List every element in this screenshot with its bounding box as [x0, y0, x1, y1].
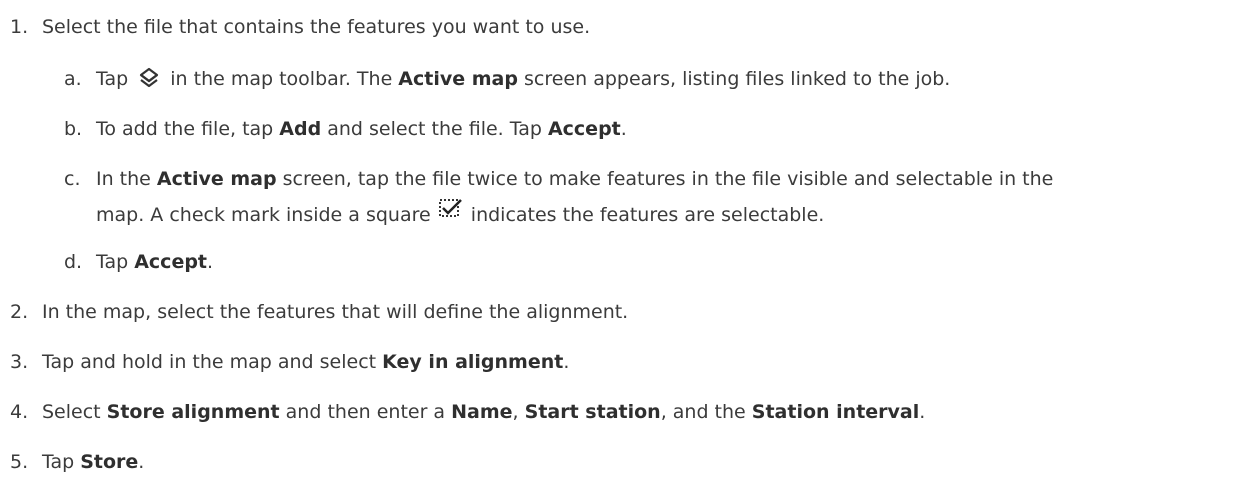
layers-icon: [140, 67, 159, 88]
instructions-document: 1. Select the file that contains the fea…: [0, 0, 1242, 482]
step-text: Select the file that contains the featur…: [42, 16, 591, 38]
substep-text: map. A check mark inside a square indica…: [96, 199, 824, 227]
step-text: Select Store alignment and then enter a …: [42, 401, 926, 423]
substep-text: Tap Accept.: [96, 251, 214, 273]
step-text: In the map, select the features that wil…: [42, 301, 629, 323]
substep-text: To add the file, tap Add and select the …: [96, 118, 627, 140]
step-text: Tap Store.: [42, 451, 145, 473]
substep-text: Tap in the map toolbar. The Active map s…: [96, 67, 951, 90]
checkbox-icon: [438, 199, 462, 217]
substep-letter: b.: [64, 118, 83, 140]
substep-text: In the Active map screen, tap the file t…: [96, 168, 1054, 190]
step-text: Tap and hold in the map and select Key i…: [42, 351, 570, 373]
substep-letter: d.: [64, 251, 83, 273]
substep-letter: a.: [64, 68, 82, 90]
substep-letter: c.: [64, 168, 81, 190]
